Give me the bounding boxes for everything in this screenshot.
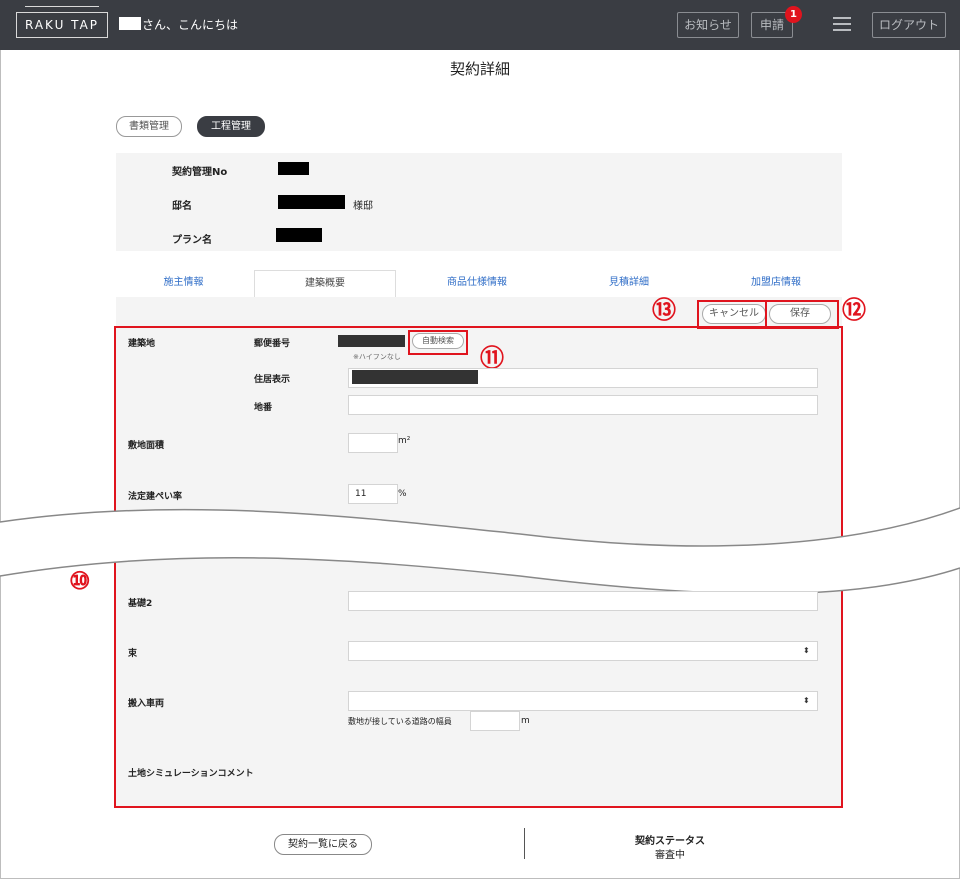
road-width-unit: m [521,716,530,726]
logout-button[interactable]: ログアウト [872,12,946,38]
bundle-label: 束 [128,649,138,659]
status-value: 審査中 [655,850,685,861]
select-arrows-icon: ⬍ [803,646,810,655]
coverage-value: 11 [355,489,367,499]
tab-owner-info[interactable]: 施主情報 [136,270,231,298]
tab-product-spec[interactable]: 商品仕様情報 [416,270,538,298]
road-width-label: 敷地が接している道路の幅員 [348,717,452,726]
area-label: 敷地面積 [128,441,165,451]
foundation2-label: 基礎2 [128,599,153,609]
land-comment-label: 土地シミュレーションコメント [128,769,254,779]
hamburger-menu-icon[interactable] [833,17,851,31]
annotation-13: ⑬ [652,295,676,324]
select-arrows-icon: ⬍ [803,696,810,705]
site-label: 建築地 [128,339,156,349]
annotation-box-13 [697,300,767,329]
logo-roof-icon [25,6,99,15]
no-hyphen-note: ※ハイフンなし [353,353,401,361]
tab-documents[interactable]: 書類管理 [116,116,182,137]
area-unit: m² [398,436,411,446]
back-to-list-button[interactable]: 契約一覧に戻る [274,834,372,855]
greeting: さん、こんにちは [142,18,239,32]
page-title: 契約詳細 [449,60,510,78]
vehicle-label: 搬入車両 [128,699,165,709]
tab-member-store[interactable]: 加盟店情報 [716,270,836,298]
detail-tabs: 施主情報 建築概要 商品仕様情報 見積詳細 加盟店情報 [116,270,842,300]
request-badge: 1 [785,6,802,23]
top-bar: RAKU TAP さん、こんにちは お知らせ 申請 1 ログアウト [0,0,960,50]
address-label: 住居表示 [254,375,291,385]
plan-name-label: プラン名 [172,235,212,246]
tab-process[interactable]: 工程管理 [197,116,265,137]
road-width-input[interactable] [470,711,520,731]
logo-text: RAKU TAP [24,18,100,32]
plan-name-redacted [276,228,322,242]
lot-label: 地番 [254,403,273,413]
tab-building-overview[interactable]: 建築概要 [254,270,396,300]
postal-label: 郵便番号 [254,339,291,349]
coverage-unit: % [398,489,407,499]
annotation-box-12 [765,300,839,329]
bundle-select[interactable]: ⬍ [348,641,818,661]
user-name-redacted [119,17,141,30]
annotation-12: ⑫ [842,295,866,324]
house-name-redacted [278,195,345,209]
contract-no-label: 契約管理No [172,167,228,178]
footer-divider [524,828,525,859]
foundation2-input[interactable] [348,591,818,611]
address-redacted [352,370,478,384]
notice-button[interactable]: お知らせ [677,12,739,38]
status-label: 契約ステータス [635,836,705,847]
postal-code-redacted[interactable] [338,335,405,347]
vehicle-select[interactable]: ⬍ [348,691,818,711]
logo[interactable]: RAKU TAP [16,6,108,38]
annotation-box-11 [408,330,468,355]
house-suffix: 様邸 [353,201,373,212]
area-input[interactable] [348,433,398,453]
house-name-label: 邸名 [172,201,192,212]
lot-input[interactable] [348,395,818,415]
contract-no-redacted [278,162,309,175]
